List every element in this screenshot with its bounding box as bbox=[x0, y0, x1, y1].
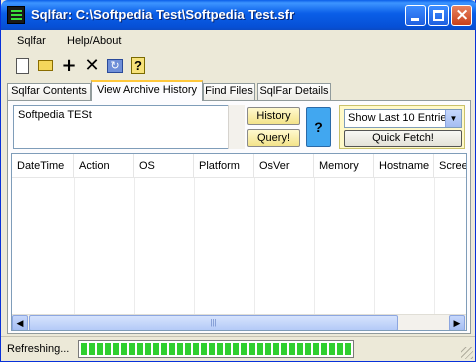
scroll-left-icon[interactable]: ◀ bbox=[12, 315, 28, 330]
menu-sqlfar[interactable]: Sqlfar bbox=[17, 35, 46, 47]
close-icon: × bbox=[455, 5, 470, 25]
column-divider bbox=[254, 178, 255, 318]
column-header-os[interactable]: OS bbox=[134, 154, 194, 178]
tab-strip: Sqlfar Contents View Archive History Fin… bbox=[7, 80, 471, 101]
delete-icon: ✕ bbox=[84, 55, 100, 76]
scroll-thumb[interactable]: ||| bbox=[29, 315, 398, 330]
column-divider bbox=[434, 178, 435, 318]
column-header-memory[interactable]: Memory bbox=[314, 154, 374, 178]
tab-sqlfar-details[interactable]: SqlFar Details bbox=[257, 83, 331, 100]
maximize-button[interactable] bbox=[428, 5, 449, 26]
delete-button[interactable]: ✕ bbox=[82, 55, 102, 76]
help-toolbar-button[interactable]: ? bbox=[128, 56, 148, 76]
scroll-right-icon[interactable]: ▶ bbox=[449, 315, 465, 330]
history-table: DateTime Action OS Platform OsVer Memory… bbox=[11, 153, 467, 331]
help-button[interactable]: ? bbox=[306, 107, 331, 147]
column-header-screen[interactable]: Scree bbox=[434, 154, 466, 178]
help-icon: ? bbox=[131, 57, 145, 74]
refresh-icon: ↻ bbox=[107, 59, 123, 73]
tab-view-archive-history[interactable]: View Archive History bbox=[91, 80, 203, 101]
column-header-hostname[interactable]: Hostname bbox=[374, 154, 434, 178]
column-divider bbox=[194, 178, 195, 318]
column-divider bbox=[374, 178, 375, 318]
column-header-datetime[interactable]: DateTime bbox=[12, 154, 74, 178]
archive-history-panel: Softpedia TESt History Query! ? Show Las… bbox=[7, 100, 471, 334]
column-header-action[interactable]: Action bbox=[74, 154, 134, 178]
close-button[interactable]: × bbox=[451, 5, 472, 26]
history-button[interactable]: History bbox=[247, 107, 300, 125]
status-bar: Refreshing... bbox=[1, 336, 475, 361]
fetch-group: Show Last 10 Entries ▼ Quick Fetch! bbox=[339, 105, 465, 149]
maximize-icon bbox=[433, 10, 444, 21]
minimize-button[interactable] bbox=[405, 5, 426, 26]
column-divider bbox=[74, 178, 75, 318]
refresh-button[interactable]: ↻ bbox=[105, 56, 125, 76]
query-input[interactable]: Softpedia TESt bbox=[13, 105, 245, 149]
column-divider bbox=[314, 178, 315, 318]
menu-help-about[interactable]: Help/About bbox=[67, 35, 121, 47]
query-button[interactable]: Query! bbox=[247, 129, 300, 147]
quick-fetch-button[interactable]: Quick Fetch! bbox=[344, 130, 462, 147]
add-icon: + bbox=[61, 55, 77, 76]
table-header: DateTime Action OS Platform OsVer Memory… bbox=[12, 154, 466, 178]
app-icon bbox=[7, 6, 25, 24]
progress-bar bbox=[78, 340, 354, 358]
add-button[interactable]: + bbox=[59, 55, 79, 76]
column-divider bbox=[134, 178, 135, 318]
column-header-osver[interactable]: OsVer bbox=[254, 154, 314, 178]
open-button[interactable] bbox=[36, 56, 56, 76]
new-button[interactable] bbox=[13, 56, 33, 76]
window-title: Sqlfar: C:\Softpedia Test\Softpedia Test… bbox=[31, 7, 295, 22]
new-file-icon bbox=[16, 58, 29, 74]
query-scrollbar[interactable] bbox=[228, 105, 245, 149]
show-entries-select[interactable]: Show Last 10 Entries ▼ bbox=[344, 109, 462, 128]
app-window: Sqlfar: C:\Softpedia Test\Softpedia Test… bbox=[0, 0, 476, 362]
title-bar[interactable]: Sqlfar: C:\Softpedia Test\Softpedia Test… bbox=[1, 0, 476, 30]
tab-sqlfar-contents[interactable]: Sqlfar Contents bbox=[7, 83, 91, 100]
tab-find-files[interactable]: Find Files bbox=[203, 83, 255, 100]
toolbar: + ✕ ↻ ? bbox=[7, 55, 157, 77]
progress-fill bbox=[81, 343, 351, 355]
show-entries-value: Show Last 10 Entries bbox=[348, 112, 452, 124]
status-text: Refreshing... bbox=[7, 343, 70, 355]
open-folder-icon bbox=[38, 60, 53, 71]
resize-grip-icon[interactable] bbox=[461, 347, 473, 359]
column-header-platform[interactable]: Platform bbox=[194, 154, 254, 178]
horizontal-scrollbar[interactable]: ◀ ||| ▶ bbox=[12, 314, 466, 330]
minimize-icon bbox=[411, 18, 419, 21]
chevron-down-icon[interactable]: ▼ bbox=[445, 110, 461, 127]
